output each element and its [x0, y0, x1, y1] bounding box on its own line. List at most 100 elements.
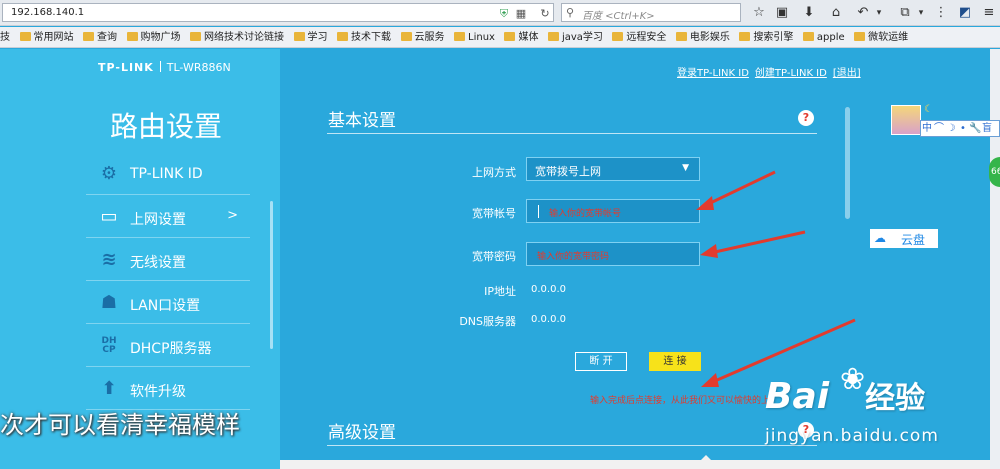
text-caret: [538, 205, 539, 218]
disconnect-button[interactable]: 断 开: [575, 352, 627, 371]
bookmark-item[interactable]: 媒体: [504, 27, 538, 47]
clipboard-icon[interactable]: ▣: [773, 4, 791, 22]
cloud-icon: ☁: [874, 231, 886, 245]
bookmark-item[interactable]: 常用网站: [19, 27, 74, 47]
folder-icon: [400, 32, 412, 41]
avatar[interactable]: [891, 105, 921, 135]
url-input[interactable]: 192.168.140.1 ⛨ ▦ ↻: [2, 3, 554, 22]
status-strip: [280, 460, 990, 469]
folder-icon: [675, 32, 687, 41]
brand-name: TP-LINK: [98, 61, 154, 74]
folder-icon: [854, 32, 866, 41]
chevron-down-icon: ▼: [682, 163, 689, 173]
sidebar-item-label: DHCP服务器: [130, 341, 212, 357]
url-text: 192.168.140.1: [11, 7, 85, 18]
folder-icon: [802, 32, 814, 41]
sidebar-item-label: TP-LINK ID: [130, 166, 203, 182]
basic-settings-title: 基本设置: [328, 111, 396, 131]
ime-moon-icon[interactable]: ☽: [945, 121, 957, 136]
watermark-url: jingyan.baidu.com: [765, 426, 939, 446]
sidebar-item-tplink-id[interactable]: ⚙ TP-LINK ID: [86, 152, 250, 195]
create-id-link[interactable]: 创建TP-LINK ID: [755, 68, 827, 79]
speed-badge[interactable]: 66: [989, 157, 1000, 187]
login-link[interactable]: 登录TP-LINK ID: [677, 68, 749, 79]
model-name: TL-WR886N: [166, 61, 231, 74]
main-scrollbar[interactable]: [845, 107, 850, 219]
right-scroll-gutter[interactable]: [990, 49, 1000, 469]
wifi-icon: ≋: [101, 249, 117, 270]
search-icon: ⚲: [566, 6, 575, 19]
sidebar-title: 路由设置: [110, 110, 223, 143]
ime-punct-icon[interactable]: ⌒: [933, 121, 945, 136]
qr-code-icon[interactable]: ▦: [514, 7, 528, 20]
sidebar-item-lan[interactable]: ☗ LAN口设置: [86, 281, 250, 324]
bookmark-item[interactable]: 学习: [293, 27, 328, 47]
bookmark-item[interactable]: 远程安全: [612, 27, 666, 47]
bookmark-item[interactable]: apple: [802, 27, 845, 47]
logout-link[interactable]: [退出]: [833, 68, 861, 79]
bookmark-item[interactable]: 搜索引擎: [739, 27, 793, 47]
search-input[interactable]: ⚲ 百度 <Ctrl+K>: [561, 3, 741, 22]
sidebar-item-wireless[interactable]: ≋ 无线设置: [86, 238, 250, 281]
account-input[interactable]: 输入你的宽带帐号: [526, 199, 700, 223]
internet-mode-select[interactable]: 宽带拨号上网 ▼: [526, 157, 700, 181]
ime-skin-icon[interactable]: 盲: [981, 121, 993, 136]
bookmark-item[interactable]: 云服务: [400, 27, 445, 47]
shield-icon[interactable]: ⛨: [497, 7, 511, 20]
extension-icon[interactable]: ◩: [956, 4, 974, 22]
star-icon[interactable]: ☆: [750, 4, 768, 22]
sidebar-scrollbar[interactable]: [270, 201, 273, 349]
brand-divider: [159, 61, 161, 72]
help-icon[interactable]: ?: [798, 110, 814, 126]
sidebar-item-label: 上网设置: [130, 212, 186, 228]
folder-icon: [612, 32, 624, 41]
undo-dropdown-icon[interactable]: ▾: [870, 4, 888, 22]
paw-icon: ❀: [840, 362, 866, 397]
ime-tool-icon[interactable]: 🔧: [969, 121, 981, 136]
folder-icon: [547, 32, 559, 41]
account-placeholder: 输入你的宽带帐号: [549, 209, 622, 219]
bookmark-item[interactable]: 微软运维: [854, 27, 908, 47]
password-input[interactable]: 输入你的宽带密码: [526, 242, 700, 266]
ime-toolbar[interactable]: 中 ⌒ ☽ • 🔧盲: [920, 120, 1000, 137]
bookmarks-bar: 技 常用网站 查询 购物广场 网络技术讨论链接 学习 技术下载 云服务 Linu…: [0, 27, 1000, 48]
password-placeholder: 输入你的宽带密码: [537, 252, 610, 262]
sidebar-item-upgrade[interactable]: ⬆ 软件升级: [86, 367, 250, 410]
overlay-caption: 次才可以看清幸福模样: [0, 411, 240, 439]
mode-label: 上网方式: [472, 166, 516, 179]
ip-value: 0.0.0.0: [531, 284, 566, 295]
cloud-drive-label: 云盘: [901, 233, 926, 247]
grid-icon[interactable]: ⋮: [932, 4, 950, 22]
sidebar-item-internet[interactable]: ▭ 上网设置 >: [86, 195, 250, 238]
search-placeholder: 百度 <Ctrl+K>: [582, 11, 655, 22]
connect-button[interactable]: 连 接: [649, 352, 701, 371]
notch-icon: [700, 455, 712, 461]
crop-dropdown-icon[interactable]: ▾: [912, 4, 930, 22]
cloud-drive-button[interactable]: ☁ 云盘: [870, 229, 938, 248]
sidebar-item-dhcp[interactable]: DH CP DHCP服务器: [86, 324, 250, 367]
refresh-icon[interactable]: ↻: [538, 7, 552, 20]
bookmark-item[interactable]: Linux: [454, 27, 495, 47]
download-icon[interactable]: ⬇: [800, 4, 818, 22]
dns-label: DNS服务器: [459, 315, 516, 328]
password-label: 宽带密码: [472, 250, 516, 263]
bookmark-item[interactable]: 电影娱乐: [675, 27, 730, 47]
ime-chinese-icon[interactable]: 中: [921, 121, 933, 136]
gear-icon: ⚙: [100, 163, 118, 184]
bookmark-item[interactable]: 查询: [83, 27, 117, 47]
bookmark-item[interactable]: java学习: [547, 27, 603, 47]
ime-dot-icon[interactable]: •: [957, 121, 969, 136]
bookmark-item[interactable]: 技: [0, 27, 10, 47]
section-divider: [327, 133, 817, 134]
folder-icon: [293, 32, 305, 41]
dns-value: 0.0.0.0: [531, 314, 566, 325]
folder-icon: [19, 32, 31, 41]
menu-icon[interactable]: ≡: [980, 4, 998, 22]
bookmark-item[interactable]: 网络技术讨论链接: [190, 27, 284, 47]
folder-icon: [337, 32, 348, 41]
bookmark-item[interactable]: 购物广场: [126, 27, 181, 47]
folder-icon: [739, 32, 751, 41]
home-icon[interactable]: ⌂: [827, 4, 845, 22]
bookmark-item[interactable]: 技术下载: [337, 27, 391, 47]
ip-label: IP地址: [484, 285, 516, 298]
